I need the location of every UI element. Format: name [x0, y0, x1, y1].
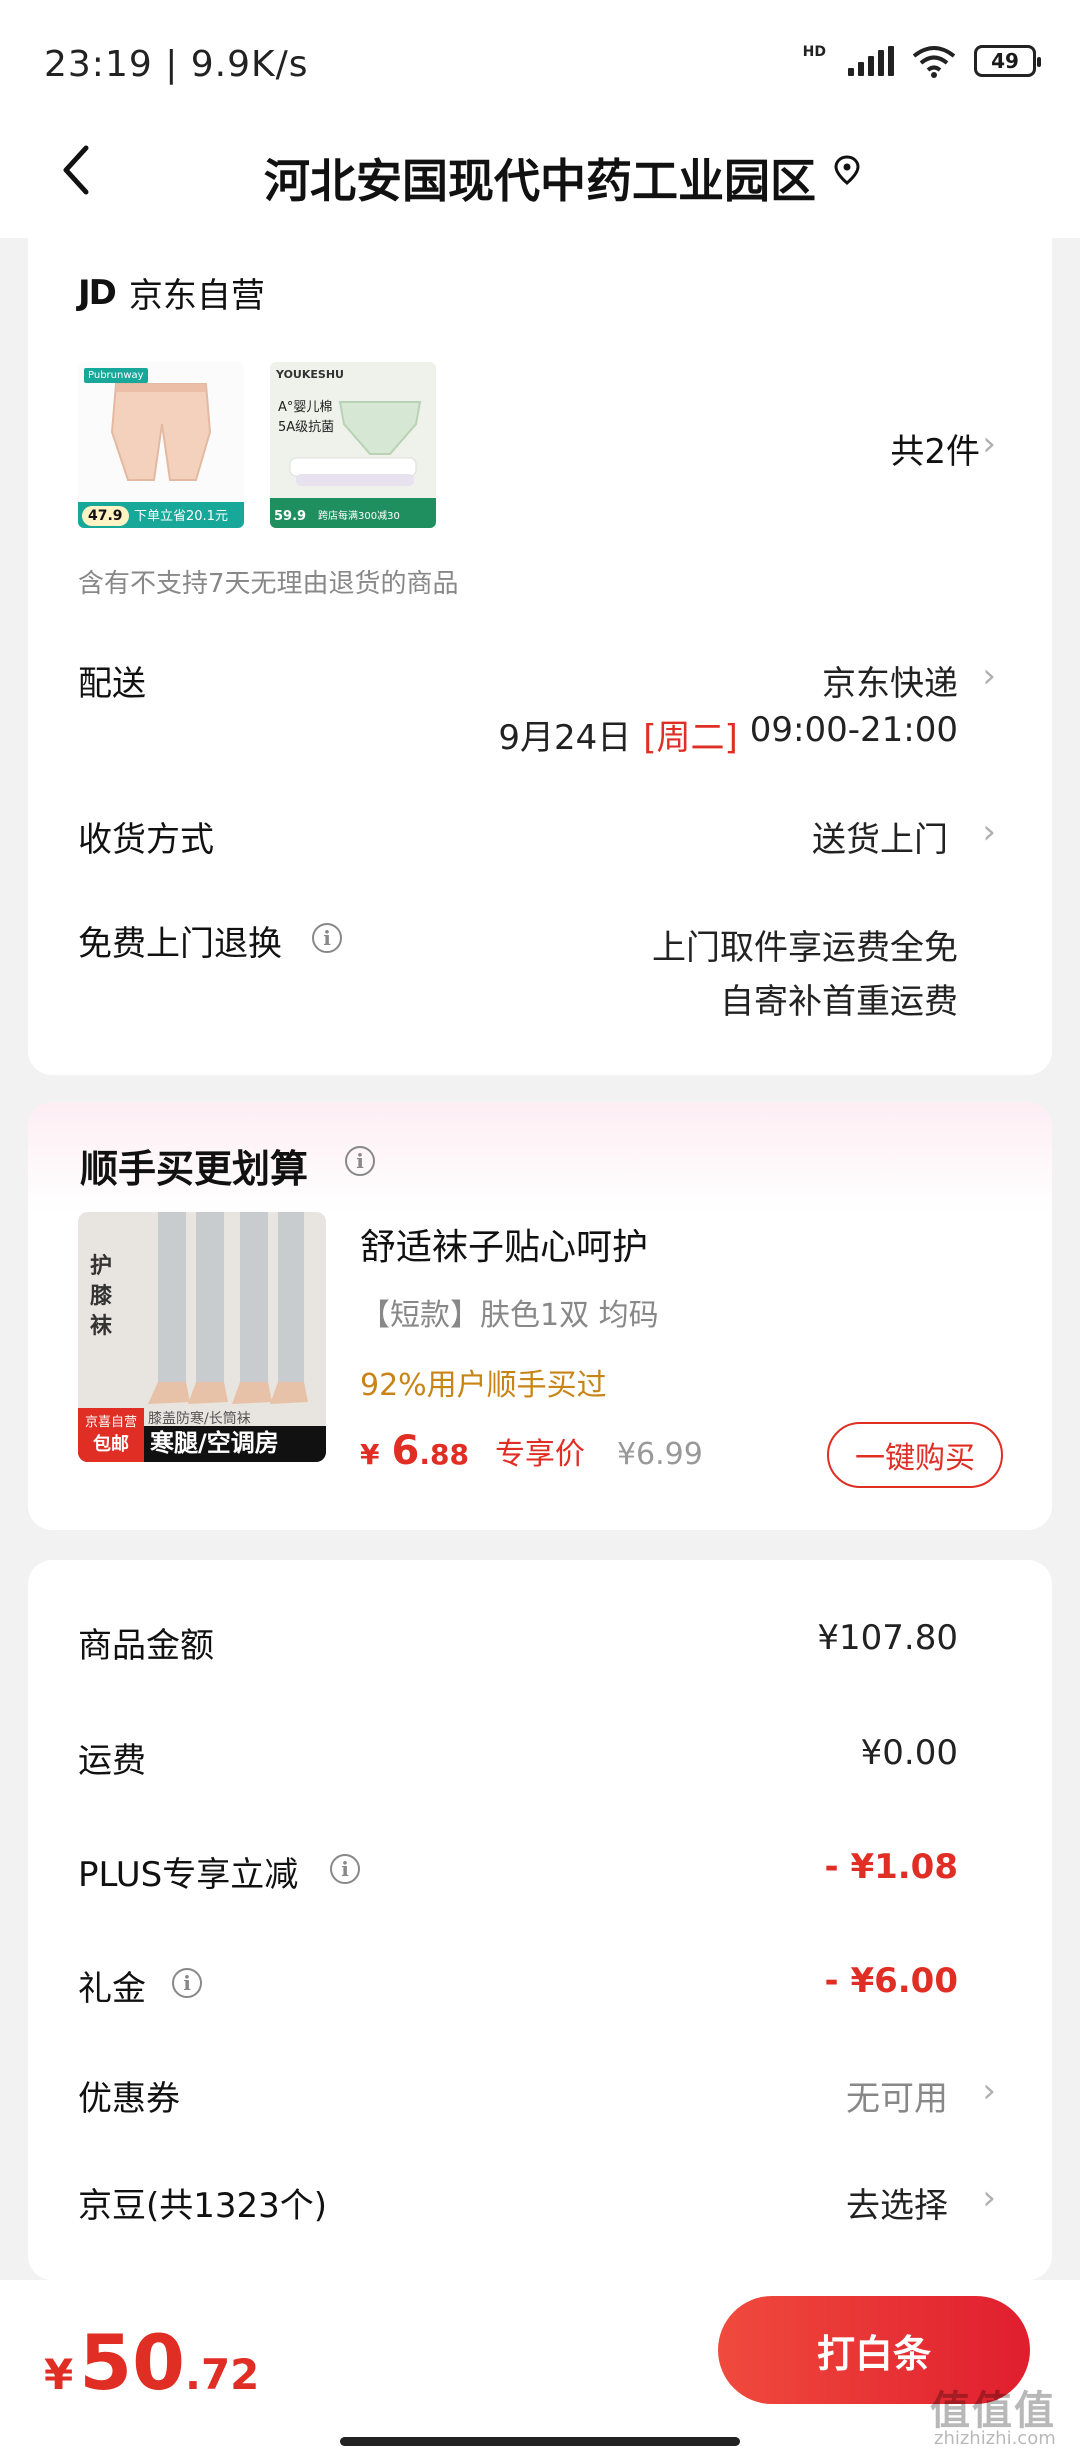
- delivery-window: 09:00-21:00: [749, 710, 958, 750]
- summary-value: - ¥1.08: [824, 1847, 959, 1887]
- upsell-title: 顺手买更划算: [80, 1147, 309, 1191]
- home-indicator[interactable]: [340, 2437, 740, 2446]
- free-return-line1: 上门取件享运费全免: [652, 928, 958, 968]
- thumb1-promo: 下单立省20.1元: [134, 509, 228, 524]
- location-pin-icon[interactable]: [832, 155, 862, 185]
- product-thumbnail-2[interactable]: YOUKESHU A°婴儿棉 5A级抗菌 59.9 跨店每满300减30: [270, 362, 436, 528]
- upsell-img-badge-1: 京喜自营: [84, 1415, 137, 1430]
- thumb2-price: 59.9: [274, 509, 307, 524]
- summary-chevron-icon[interactable]: ›: [982, 2071, 996, 2111]
- watermark-url: zhizhizhi.com: [934, 2428, 1056, 2449]
- summary-value[interactable]: 无可用: [846, 2071, 948, 2120]
- battery-icon: 49: [974, 45, 1041, 77]
- upsell-price-tag: 专享价: [494, 1437, 585, 1472]
- item-count-chevron-icon[interactable]: ›: [982, 424, 996, 464]
- receive-method-value[interactable]: 送货上门: [812, 812, 948, 861]
- delivery-label: 配送: [78, 664, 146, 704]
- summary-label: 礼金: [78, 1969, 146, 2009]
- upsell-img-badge-2: 包邮: [93, 1434, 129, 1455]
- summary-value: - ¥6.00: [824, 1961, 959, 2001]
- one-click-buy-button[interactable]: 一键购买: [827, 1422, 1003, 1488]
- upsell-original-price: ¥6.99: [616, 1437, 703, 1472]
- summary-chevron-icon[interactable]: ›: [982, 2178, 996, 2218]
- summary-label: 运费: [78, 1741, 146, 1781]
- status-icons: HD 49: [802, 44, 1041, 78]
- upsell-price: ¥ 6 .88 专享价 ¥6.99: [360, 1428, 703, 1474]
- summary-label: 优惠券: [78, 2079, 180, 2119]
- summary-value: ¥107.80: [817, 1618, 958, 1658]
- summary-info-icon[interactable]: i: [330, 1854, 360, 1884]
- summary-label: 京豆(共1323个): [78, 2186, 328, 2226]
- receive-method-chevron-icon[interactable]: ›: [982, 812, 996, 852]
- upsell-price-currency: ¥: [360, 1438, 380, 1471]
- upsell-product-name[interactable]: 舒适袜子贴心呵护: [360, 1218, 648, 1270]
- upsell-price-int: 6: [391, 1428, 420, 1474]
- wifi-icon: [912, 46, 956, 78]
- delivery-time[interactable]: 9月24日 [周二] 09:00-21:00: [498, 710, 958, 759]
- upsell-purchase-stat: 92%用户顺手买过: [360, 1368, 607, 1403]
- battery-level: 49: [991, 49, 1019, 73]
- delivery-chevron-icon[interactable]: ›: [982, 656, 996, 696]
- jd-logo: JD: [78, 272, 117, 313]
- seller-row: JD 京东自营: [78, 268, 265, 317]
- upsell-img-banner: 寒腿/空调房: [150, 1429, 279, 1457]
- thumb2-promo: 跨店每满300减30: [318, 511, 400, 522]
- return-policy-notice: 含有不支持7天无理由退货的商品: [78, 569, 459, 599]
- summary-info-icon[interactable]: i: [172, 1968, 202, 1998]
- hd-tag: HD: [802, 44, 826, 60]
- page-title[interactable]: 河北安国现代中药工业园区: [0, 145, 1080, 211]
- free-return-line2: 自寄补首重运费: [720, 982, 958, 1022]
- seller-name: 京东自营: [128, 276, 265, 316]
- upsell-product-image[interactable]: 护膝袜 膝盖防寒/长筒袜 京喜自营 包邮 寒腿/空调房: [78, 1212, 326, 1462]
- item-count: 共2件: [890, 432, 980, 472]
- upsell-product-spec[interactable]: 【短款】肤色1双 均码: [360, 1290, 659, 1334]
- item-count-link[interactable]: 共2件: [890, 424, 980, 473]
- delivery-carrier[interactable]: 京东快递: [822, 656, 958, 705]
- status-time: 23:19 | 9.9K/s: [44, 44, 309, 85]
- product-thumbnail-1[interactable]: Pubrunway 47.9 下单立省20.1元: [78, 362, 244, 528]
- summary-label: PLUS专享立减: [78, 1855, 299, 1895]
- signal-icon: [848, 46, 894, 76]
- summary-value: ¥0.00: [860, 1733, 958, 1773]
- free-return-label: 免费上门退换: [78, 924, 282, 964]
- total-int: 50: [79, 2318, 185, 2407]
- delivery-weekday: [周二]: [643, 718, 738, 758]
- price-summary-card: [28, 1560, 1052, 2280]
- upsell-img-badge: 京喜自营 包邮: [78, 1408, 144, 1462]
- receive-method-label: 收货方式: [78, 820, 214, 860]
- thumb1-price: 47.9: [82, 506, 129, 526]
- upsell-price-dec: .88: [419, 1438, 469, 1471]
- total-currency: ¥: [44, 2350, 74, 2399]
- free-return-info-icon[interactable]: i: [312, 923, 342, 953]
- summary-label: 商品金额: [78, 1626, 214, 1666]
- total-dec: .72: [185, 2350, 260, 2399]
- order-total: ¥ 50 .72: [44, 2318, 259, 2407]
- delivery-date: 9月24日: [498, 718, 632, 758]
- summary-value[interactable]: 去选择: [846, 2178, 948, 2227]
- upsell-info-icon[interactable]: i: [345, 1146, 375, 1176]
